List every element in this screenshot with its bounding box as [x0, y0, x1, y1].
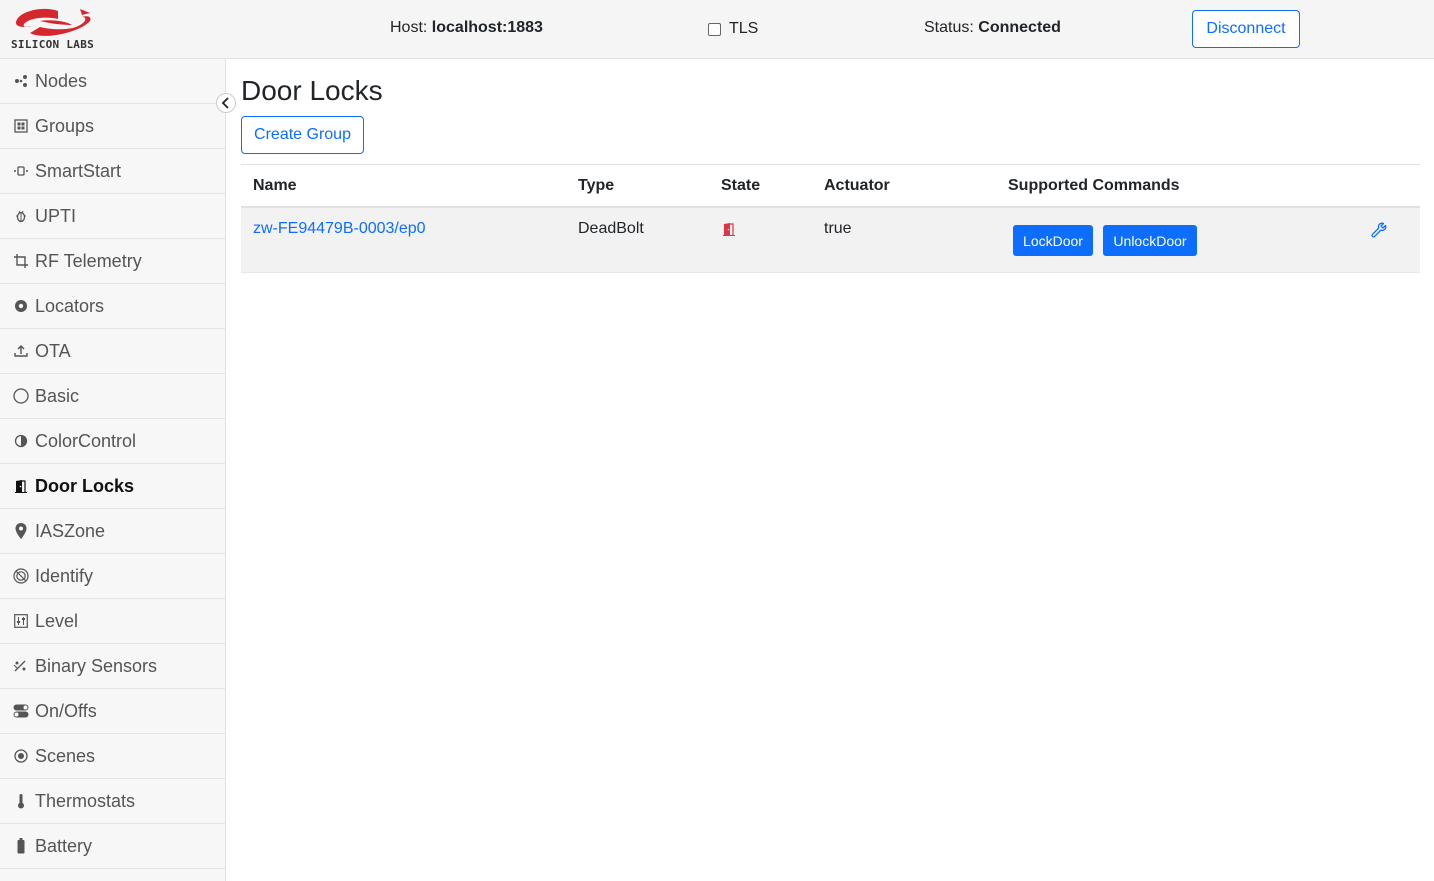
host-value: localhost:1883: [431, 19, 543, 36]
sidebar-item-on-offs[interactable]: On/Offs: [0, 689, 225, 734]
locator-icon: [12, 297, 30, 315]
toggle-icon: [12, 702, 30, 720]
door-open-icon: [722, 222, 736, 241]
upload-icon: [12, 342, 30, 360]
column-header-actuator: Actuator: [824, 177, 890, 194]
logo-text: SILICON LABS: [11, 38, 95, 51]
sidebar-item-nodes[interactable]: Nodes: [0, 59, 225, 104]
sidebar-item-rf-telemetry[interactable]: RF Telemetry: [0, 239, 225, 284]
circle-icon: [12, 387, 30, 405]
sidebar-item-label: Thermostats: [35, 790, 136, 811]
unlock-door-button[interactable]: UnlockDoor: [1103, 225, 1197, 256]
nodes-icon: [12, 72, 30, 90]
sidebar-item-scenes[interactable]: Scenes: [0, 734, 225, 779]
battery-icon: [12, 837, 30, 855]
sidebar-item-label: OTA: [35, 340, 71, 361]
bug-icon: [12, 207, 30, 225]
table-header: Name Type State Actuator Supported Comma…: [241, 165, 1420, 208]
groups-icon: [12, 117, 30, 135]
sidebar-item-label: Binary Sensors: [35, 655, 158, 676]
sidebar-nav: Nodes Groups SmartStart UPTI RF Telemetr…: [0, 59, 226, 881]
tls-label: TLS: [729, 20, 759, 37]
sidebar-item-smartstart[interactable]: SmartStart: [0, 149, 225, 194]
sidebar-item-label: Level: [35, 610, 79, 631]
sidebar-item-label: Battery: [35, 835, 93, 856]
status-label: Status:: [924, 19, 974, 36]
column-header-name: Name: [253, 177, 297, 194]
scene-icon: [12, 747, 30, 765]
sidebar-item-locators[interactable]: Locators: [0, 284, 225, 329]
tls-toggle[interactable]: TLS: [708, 20, 758, 38]
sidebar-item-label: Scenes: [35, 745, 96, 766]
sidebar-item-label: Basic: [35, 385, 80, 406]
logo-swoosh-icon: [16, 8, 91, 36]
sidebar-item-door-locks[interactable]: Door Locks: [0, 464, 225, 509]
top-bar: SILICON LABS Host: localhost:1883 TLS St…: [0, 0, 1434, 59]
sidebar-item-thermostats[interactable]: Thermostats: [0, 779, 225, 824]
sidebar-item-label: RF Telemetry: [35, 250, 142, 271]
pin-icon: [12, 522, 30, 540]
sidebar-item-label: Groups: [35, 115, 95, 136]
door-locks-table: Name Type State Actuator Supported Comma…: [241, 164, 1420, 273]
sidebar-item-battery[interactable]: Battery: [0, 824, 225, 869]
sidebar-item-label: Nodes: [35, 70, 88, 91]
wrench-icon[interactable]: [1371, 222, 1387, 243]
lock-door-button[interactable]: LockDoor: [1013, 225, 1093, 256]
page-title: Door Locks: [241, 75, 383, 106]
sidebar-item-label: Identify: [35, 565, 94, 586]
sidebar-item-label: Door Locks: [35, 475, 135, 496]
device-type: DeadBolt: [578, 220, 644, 237]
sidebar-item-label: IASZone: [35, 520, 106, 541]
sidebar-item-label: On/Offs: [35, 700, 97, 721]
identify-icon: [12, 567, 30, 585]
column-header-state: State: [721, 177, 761, 194]
sensor-icon: [12, 657, 30, 675]
create-group-button[interactable]: Create Group: [241, 116, 364, 154]
sidebar-item-binary-sensors[interactable]: Binary Sensors: [0, 644, 225, 689]
sidebar-item-groups[interactable]: Groups: [0, 104, 225, 149]
disconnect-button[interactable]: Disconnect: [1192, 10, 1300, 48]
chevron-left-icon: [221, 97, 229, 109]
contrast-icon: [12, 432, 30, 450]
sidebar-item-level[interactable]: Level: [0, 599, 225, 644]
sidebar-item-label: SmartStart: [35, 160, 122, 181]
sidebar-item-identify[interactable]: Identify: [0, 554, 225, 599]
sidebar-item-label: Locators: [35, 295, 105, 316]
crop-icon: [12, 252, 30, 270]
column-header-supported-commands: Supported Commands: [1008, 177, 1180, 194]
smartstart-icon: [12, 162, 30, 180]
host-display: Host: localhost:1883: [390, 19, 543, 37]
status-value: Connected: [978, 19, 1061, 36]
device-name-link[interactable]: zw-FE94479B-0003/ep0: [253, 220, 426, 238]
connection-status: Status: Connected: [924, 19, 1061, 37]
sidebar-item-ota[interactable]: OTA: [0, 329, 225, 374]
sidebar-item-label: UPTI: [35, 205, 77, 226]
sidebar-item-colorcontrol[interactable]: ColorControl: [0, 419, 225, 464]
sidebar-item-basic[interactable]: Basic: [0, 374, 225, 419]
sidebar-item-upti[interactable]: UPTI: [0, 194, 225, 239]
tls-checkbox[interactable]: [708, 22, 721, 36]
column-header-type: Type: [578, 177, 615, 194]
sidebar-collapse-button[interactable]: [216, 93, 236, 113]
sidebar-item-label: ColorControl: [35, 430, 137, 451]
sidebar-item-iaszone[interactable]: IASZone: [0, 509, 225, 554]
thermometer-icon: [12, 792, 30, 810]
table-row: zw-FE94479B-0003/ep0 DeadBolt true LockD…: [241, 208, 1420, 273]
door-icon: [12, 477, 30, 495]
actuator-value: true: [824, 220, 852, 237]
host-label: Host:: [390, 19, 428, 36]
sliders-icon: [12, 612, 30, 630]
